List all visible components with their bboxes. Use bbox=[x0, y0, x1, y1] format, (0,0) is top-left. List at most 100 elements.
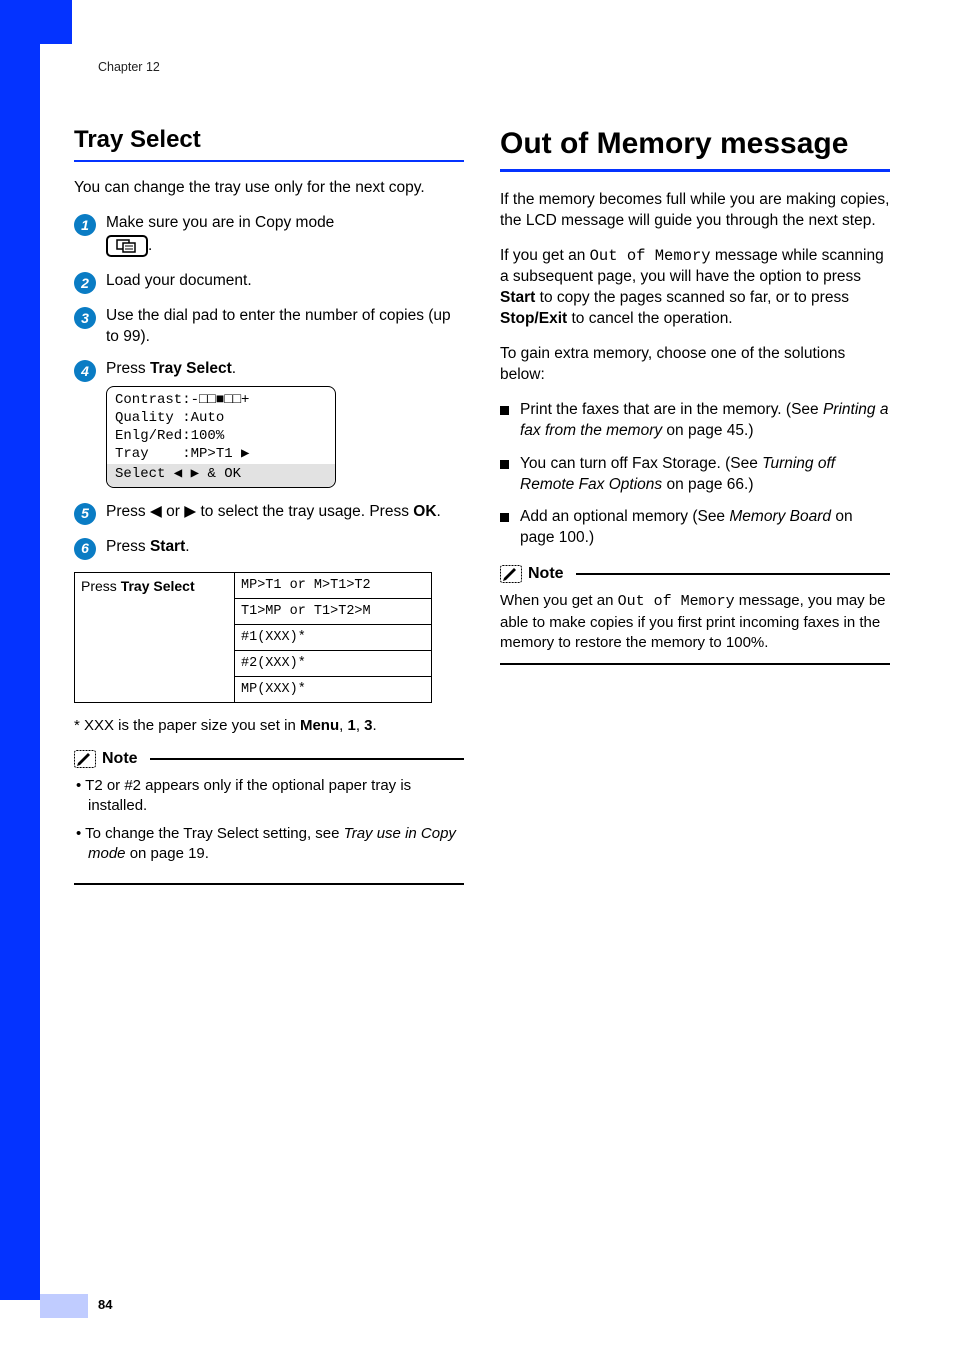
tray-select-heading: Tray Select bbox=[74, 126, 464, 154]
step-5-b: OK bbox=[413, 503, 436, 520]
table-footnote: * XXX is the paper size you set in Menu,… bbox=[74, 717, 464, 734]
left-column: Tray Select You can change the tray use … bbox=[74, 126, 464, 885]
p2-b: Out of Memory bbox=[590, 247, 711, 265]
table-row: Press Tray Select MP>T1 or M>T1>T2 bbox=[75, 572, 432, 598]
note-label: Note bbox=[528, 565, 564, 583]
table-cell: MP>T1 or M>T1>T2 bbox=[235, 572, 432, 598]
copy-doc-icon bbox=[115, 239, 139, 253]
footnote-f: 3 bbox=[364, 717, 372, 734]
a3-a: Add an optional memory (See bbox=[520, 508, 729, 525]
actions-list: Print the faxes that are in the memory. … bbox=[500, 400, 890, 550]
action-item-2: You can turn off Fax Storage. (See Turni… bbox=[500, 454, 890, 496]
heading-rule bbox=[74, 160, 464, 162]
footnote-e: , bbox=[356, 717, 364, 734]
lcd-line-3: Enlg/Red:100% bbox=[115, 428, 224, 444]
rn-b: Out of Memory bbox=[618, 593, 735, 610]
step-1-line: Make sure you are in Copy mode bbox=[106, 214, 334, 231]
chapter-label: Chapter 12 bbox=[98, 60, 894, 74]
action-item-3: Add an optional memory (See Memory Board… bbox=[500, 507, 890, 549]
note-item-1: T2 or #2 appears only if the optional pa… bbox=[76, 776, 464, 817]
note-bottom-rule bbox=[74, 883, 464, 885]
content-area: Chapter 12 Tray Select You can change th… bbox=[74, 60, 894, 885]
oom-paragraph-3: To gain extra memory, choose one of the … bbox=[500, 344, 890, 386]
oom-paragraph-1: If the memory becomes full while you are… bbox=[500, 190, 890, 232]
step-4-c: . bbox=[232, 360, 236, 377]
note-rule bbox=[150, 758, 464, 760]
a3-b: Memory Board bbox=[729, 508, 831, 525]
step-number-1: 1 bbox=[74, 214, 96, 236]
left-note: Note T2 or #2 appears only if the option… bbox=[74, 750, 464, 885]
note-body: T2 or #2 appears only if the optional pa… bbox=[74, 772, 464, 877]
step-number-2: 2 bbox=[74, 272, 96, 294]
rn-a: When you get an bbox=[500, 592, 618, 609]
step-1-text: Make sure you are in Copy mode . bbox=[106, 213, 464, 259]
p2-e: to copy the pages scanned so far, or to … bbox=[535, 289, 849, 306]
step-4-b: Tray Select bbox=[150, 360, 232, 377]
note-head: Note bbox=[500, 565, 890, 583]
step-5-text: Press ◀ or ▶ to select the tray usage. P… bbox=[106, 502, 464, 522]
tray-select-intro: You can change the tray use only for the… bbox=[74, 178, 464, 199]
step-2: 2 Load your document. bbox=[74, 271, 464, 294]
table-cell: #2(XXX)* bbox=[235, 650, 432, 676]
p2-a: If you get an bbox=[500, 247, 590, 264]
table-header-b: Tray Select bbox=[121, 578, 195, 594]
step-5-a: Press ◀ or ▶ to select the tray usage. P… bbox=[106, 503, 413, 520]
table-cell: T1>MP or T1>T2>M bbox=[235, 598, 432, 624]
lcd-line-2: Quality :Auto bbox=[115, 410, 224, 426]
right-column: Out of Memory message If the memory beco… bbox=[500, 126, 890, 885]
a1-c: on page 45.) bbox=[662, 422, 753, 439]
step-number-4: 4 bbox=[74, 360, 96, 382]
step-number-5: 5 bbox=[74, 503, 96, 525]
right-note: Note When you get an Out of Memory messa… bbox=[500, 565, 890, 665]
table-header: Press Tray Select bbox=[75, 572, 235, 702]
copy-mode-icon bbox=[106, 235, 148, 257]
step-4-a: Press bbox=[106, 360, 150, 377]
step-number-6: 6 bbox=[74, 538, 96, 560]
note-label: Note bbox=[102, 750, 138, 768]
note-body: When you get an Out of Memory message, y… bbox=[500, 587, 890, 657]
step-5: 5 Press ◀ or ▶ to select the tray usage.… bbox=[74, 502, 464, 525]
footnote-d: 1 bbox=[347, 717, 355, 734]
step-2-text: Load your document. bbox=[106, 271, 464, 291]
table-cell: #1(XXX)* bbox=[235, 624, 432, 650]
footnote-a: * XXX is the paper size you set in bbox=[74, 717, 300, 734]
footnote-g: . bbox=[373, 717, 377, 734]
page-number: 84 bbox=[98, 1297, 112, 1312]
left-margin-bar bbox=[0, 0, 40, 1300]
step-4: 4 Press Tray Select. Contrast:-□□■□□+ Qu… bbox=[74, 359, 464, 489]
page: Chapter 12 Tray Select You can change th… bbox=[0, 0, 954, 1348]
tray-options-table: Press Tray Select MP>T1 or M>T1>T2 T1>MP… bbox=[74, 572, 432, 703]
step-1: 1 Make sure you are in Copy mode bbox=[74, 213, 464, 259]
step-6-b: Start bbox=[150, 538, 185, 555]
pencil-note-icon bbox=[500, 565, 522, 583]
lcd-line-1: Contrast:-□□■□□+ bbox=[115, 392, 249, 408]
steps-list: 1 Make sure you are in Copy mode bbox=[74, 213, 464, 560]
footnote-b: Menu bbox=[300, 717, 339, 734]
pencil-note-icon bbox=[74, 750, 96, 768]
step-number-3: 3 bbox=[74, 307, 96, 329]
p2-d: Start bbox=[500, 289, 535, 306]
action-item-1: Print the faxes that are in the memory. … bbox=[500, 400, 890, 442]
note-item-2c: on page 19. bbox=[126, 845, 209, 862]
top-left-strip bbox=[0, 0, 72, 44]
columns: Tray Select You can change the tray use … bbox=[74, 126, 894, 885]
a2-a: You can turn off Fax Storage. (See bbox=[520, 455, 762, 472]
note-bottom-rule bbox=[500, 663, 890, 665]
step-6: 6 Press Start. bbox=[74, 537, 464, 560]
step-5-c: . bbox=[437, 503, 441, 520]
note-head: Note bbox=[74, 750, 464, 768]
step-6-c: . bbox=[185, 538, 189, 555]
big-heading-rule bbox=[500, 169, 890, 172]
step-1-period: . bbox=[148, 237, 152, 254]
a1-a: Print the faxes that are in the memory. … bbox=[520, 401, 823, 418]
lcd-line-4: Tray :MP>T1 ▶ bbox=[115, 446, 249, 462]
table-cell: MP(XXX)* bbox=[235, 676, 432, 702]
step-3-text: Use the dial pad to enter the number of … bbox=[106, 306, 464, 347]
step-4-text: Press Tray Select. Contrast:-□□■□□+ Qual… bbox=[106, 359, 464, 489]
lcd-display: Contrast:-□□■□□+ Quality :Auto Enlg/Red:… bbox=[106, 386, 336, 488]
page-number-tab bbox=[40, 1294, 88, 1318]
note-item-2: To change the Tray Select setting, see T… bbox=[76, 824, 464, 865]
oom-paragraph-2: If you get an Out of Memory message whil… bbox=[500, 246, 890, 330]
p2-f: Stop/Exit bbox=[500, 310, 567, 327]
step-6-a: Press bbox=[106, 538, 150, 555]
